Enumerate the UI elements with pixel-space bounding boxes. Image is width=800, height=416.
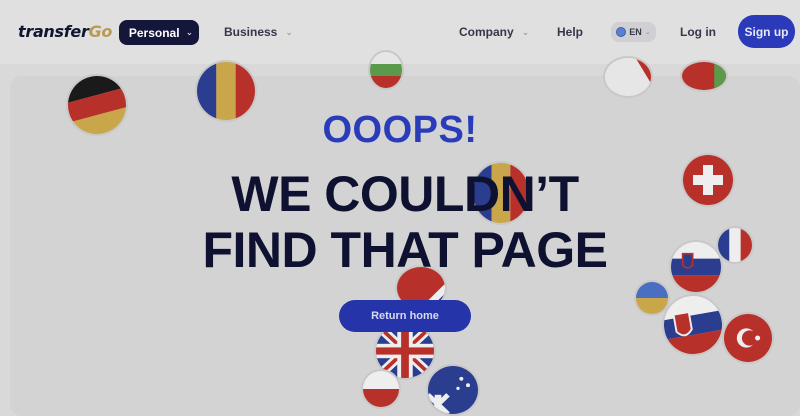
language-label: EN (629, 27, 642, 37)
flag-partial-icon (682, 62, 726, 90)
top-navigation-bar: transferGo Personal ⌄ Business ⌄ Company… (0, 0, 800, 64)
flag-turkey-icon (724, 314, 772, 362)
nav-personal-button[interactable]: Personal ⌄ (119, 20, 199, 45)
flag-ukraine-icon (636, 282, 668, 314)
logo-text-go: Go (88, 22, 113, 41)
logo-text-transfer: transfer (18, 22, 89, 41)
return-home-button[interactable]: Return home (339, 300, 471, 332)
chevron-down-icon: ⌄ (285, 26, 293, 37)
chevron-down-icon: ⌄ (521, 26, 530, 37)
nav-help-link[interactable]: Help (557, 25, 583, 39)
nav-company-label: Company (459, 25, 514, 39)
nav-help-label: Help (557, 25, 584, 39)
flag-poland-icon (363, 371, 399, 407)
nav-personal-label: Personal (128, 25, 180, 40)
nav-company-button[interactable]: Company ⌄ (459, 25, 529, 39)
flag-australia-icon (428, 366, 478, 414)
flag-partial-icon (605, 58, 651, 96)
transfergo-logo[interactable]: transferGo (18, 22, 112, 41)
globe-icon (616, 27, 627, 37)
signup-button[interactable]: Sign up (738, 15, 795, 48)
login-link[interactable]: Log in (680, 25, 716, 39)
page-title-line-2: FIND THAT PAGE (202, 222, 608, 278)
page-title-line-1: WE COULDN’T (231, 166, 579, 222)
flag-bulgaria-icon (370, 52, 402, 88)
page-title: WE COULDN’T FIND THAT PAGE (0, 166, 800, 278)
flag-united-kingdom-icon (376, 324, 434, 378)
nav-business-label: Business (224, 25, 278, 39)
chevron-down-icon: ⌄ (185, 27, 194, 37)
error-eyebrow: OOOPS! (322, 109, 478, 151)
language-selector[interactable]: EN ⌄ (611, 22, 656, 42)
chevron-down-icon: ⌄ (644, 29, 651, 36)
nav-business-button[interactable]: Business ⌄ (224, 25, 293, 39)
